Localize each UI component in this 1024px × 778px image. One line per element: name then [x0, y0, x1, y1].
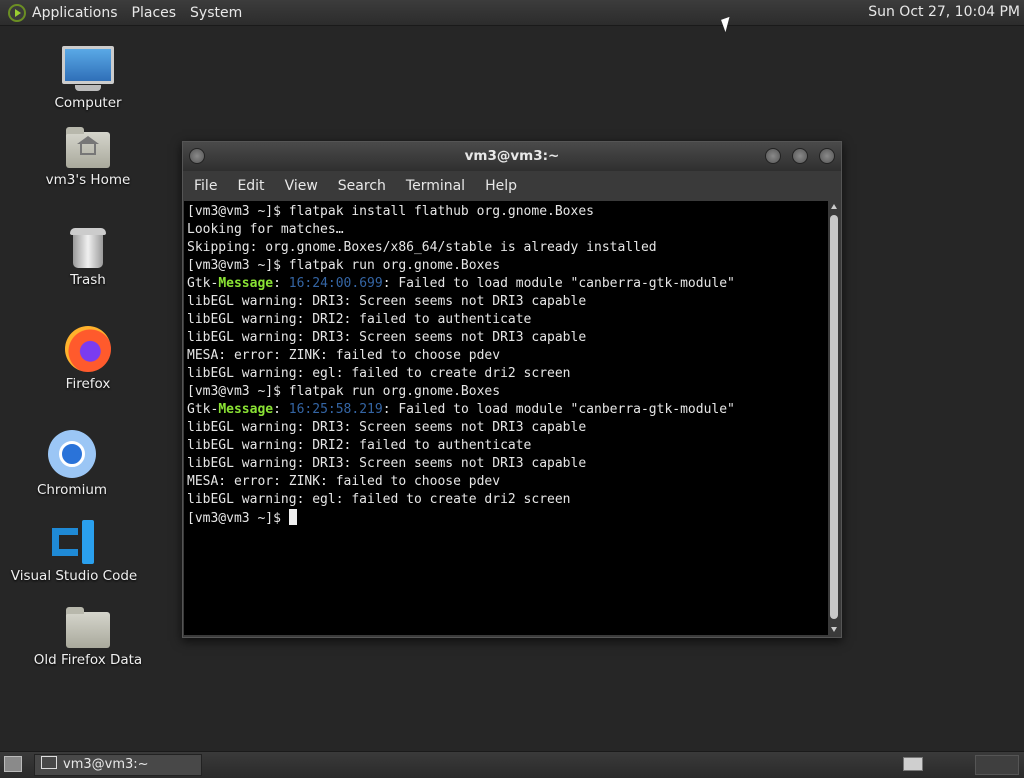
menu-search[interactable]: Search [328, 178, 396, 194]
desktop-icon-vscode[interactable]: Visual Studio Code [4, 520, 144, 584]
terminal-line: libEGL warning: egl: failed to create dr… [187, 366, 571, 381]
clock[interactable]: Sun Oct 27, 10:04 PM [868, 4, 1020, 20]
minimize-button[interactable] [765, 148, 781, 164]
close-button[interactable] [819, 148, 835, 164]
separator: : [273, 402, 289, 417]
desktop-icon-label: vm3's Home [45, 172, 131, 188]
text-cursor [288, 509, 297, 525]
timestamp: 16:25:58.219 [288, 402, 383, 417]
terminal-line: Looking for matches… [187, 222, 344, 237]
terminal-line: Skipping: org.gnome.Boxes/x86_64/stable … [187, 240, 657, 255]
terminal-prompt: [vm3@vm3 ~]$ [187, 511, 289, 526]
bottom-panel: vm3@vm3:~ [0, 751, 1024, 778]
show-desktop-button[interactable] [4, 756, 22, 772]
desktop-icon-computer[interactable]: Computer [18, 46, 158, 111]
desktop-icon-old-firefox-data[interactable]: Old Firefox Data [18, 607, 158, 668]
chromium-icon [48, 430, 96, 478]
window-titlebar[interactable]: vm3@vm3:~ [183, 142, 841, 171]
menu-view[interactable]: View [275, 178, 328, 194]
desktop-icon-label: Chromium [36, 482, 108, 498]
timestamp: 16:24:00.699 [288, 276, 383, 291]
message-tag: Message [218, 402, 274, 417]
separator: : [273, 276, 289, 291]
desktop-icon-label: Computer [54, 95, 122, 111]
menu-help[interactable]: Help [475, 178, 527, 194]
terminal-icon [41, 756, 57, 769]
terminal-menubar: File Edit View Search Terminal Help [183, 171, 841, 200]
firefox-icon [65, 326, 111, 372]
computer-icon [62, 46, 114, 91]
trash-icon [70, 228, 106, 268]
menu-places[interactable]: Places [132, 5, 177, 21]
terminal-line: libEGL warning: DRI2: failed to authenti… [187, 312, 532, 327]
terminal-line: Gtk-Message: 16:24:00.699: Failed to loa… [184, 275, 828, 293]
message-tag: Message [218, 276, 274, 291]
window-title: vm3@vm3:~ [464, 148, 560, 164]
window-menu-icon[interactable] [189, 148, 205, 164]
desktop-icon-home[interactable]: vm3's Home [18, 127, 158, 188]
taskbar-window-button[interactable]: vm3@vm3:~ [34, 754, 202, 776]
terminal-line: [vm3@vm3 ~]$ flatpak run org.gnome.Boxes [187, 258, 501, 273]
terminal-window[interactable]: vm3@vm3:~ File Edit View Search Terminal… [182, 141, 842, 638]
terminal-line: libEGL warning: egl: failed to create dr… [187, 492, 571, 507]
terminal-scrollbar[interactable] [828, 201, 840, 635]
desktop-icon-label: Visual Studio Code [10, 568, 138, 584]
workspace-switcher[interactable] [903, 757, 923, 771]
desktop-icon-chromium[interactable]: Chromium [2, 430, 142, 498]
terminal-line: MESA: error: ZINK: failed to choose pdev [187, 348, 501, 363]
terminal-line: libEGL warning: DRI3: Screen seems not D… [187, 330, 587, 345]
menu-system[interactable]: System [190, 5, 242, 21]
terminal-line: [vm3@vm3 ~]$ flatpak run org.gnome.Boxes [187, 384, 501, 399]
vscode-icon [52, 520, 96, 564]
desktop-icon-firefox[interactable]: Firefox [18, 326, 158, 392]
scroll-thumb[interactable] [830, 215, 838, 619]
menu-applications[interactable]: Applications [32, 5, 118, 21]
home-folder-icon [66, 127, 110, 168]
terminal-line: libEGL warning: DRI3: Screen seems not D… [187, 420, 587, 435]
workspace-area[interactable] [975, 755, 1019, 775]
desktop-icon-label: Trash [70, 272, 106, 288]
folder-icon [66, 607, 110, 648]
terminal-prompt-line: [vm3@vm3 ~]$ [184, 509, 828, 528]
desktop-icon-label: Firefox [65, 376, 111, 392]
scroll-up-icon[interactable] [831, 204, 837, 209]
terminal-line: libEGL warning: DRI2: failed to authenti… [187, 438, 532, 453]
menu-edit[interactable]: Edit [227, 178, 274, 194]
applications-logo-icon[interactable] [8, 3, 26, 22]
terminal-line: MESA: error: ZINK: failed to choose pdev [187, 474, 501, 489]
terminal-line: [vm3@vm3 ~]$ flatpak install flathub org… [187, 204, 594, 219]
message-text: : Failed to load module "canberra-gtk-mo… [382, 276, 735, 291]
desktop-icon-label: Old Firefox Data [33, 652, 143, 668]
maximize-button[interactable] [792, 148, 808, 164]
gtk-prefix: Gtk- [187, 276, 219, 291]
gtk-prefix: Gtk- [187, 402, 219, 417]
taskbar-window-label: vm3@vm3:~ [63, 757, 149, 772]
top-panel: Applications Places System Sun Oct 27, 1… [0, 0, 1024, 26]
terminal-line: libEGL warning: DRI3: Screen seems not D… [187, 456, 587, 471]
menu-terminal[interactable]: Terminal [396, 178, 475, 194]
terminal-line: libEGL warning: DRI3: Screen seems not D… [187, 294, 587, 309]
terminal-output[interactable]: [vm3@vm3 ~]$ flatpak install flathub org… [184, 201, 828, 635]
desktop-icon-trash[interactable]: Trash [18, 228, 158, 288]
menu-file[interactable]: File [183, 178, 227, 194]
scroll-down-icon[interactable] [831, 627, 837, 632]
terminal-line: Gtk-Message: 16:25:58.219: Failed to loa… [184, 401, 828, 419]
message-text: : Failed to load module "canberra-gtk-mo… [382, 402, 735, 417]
